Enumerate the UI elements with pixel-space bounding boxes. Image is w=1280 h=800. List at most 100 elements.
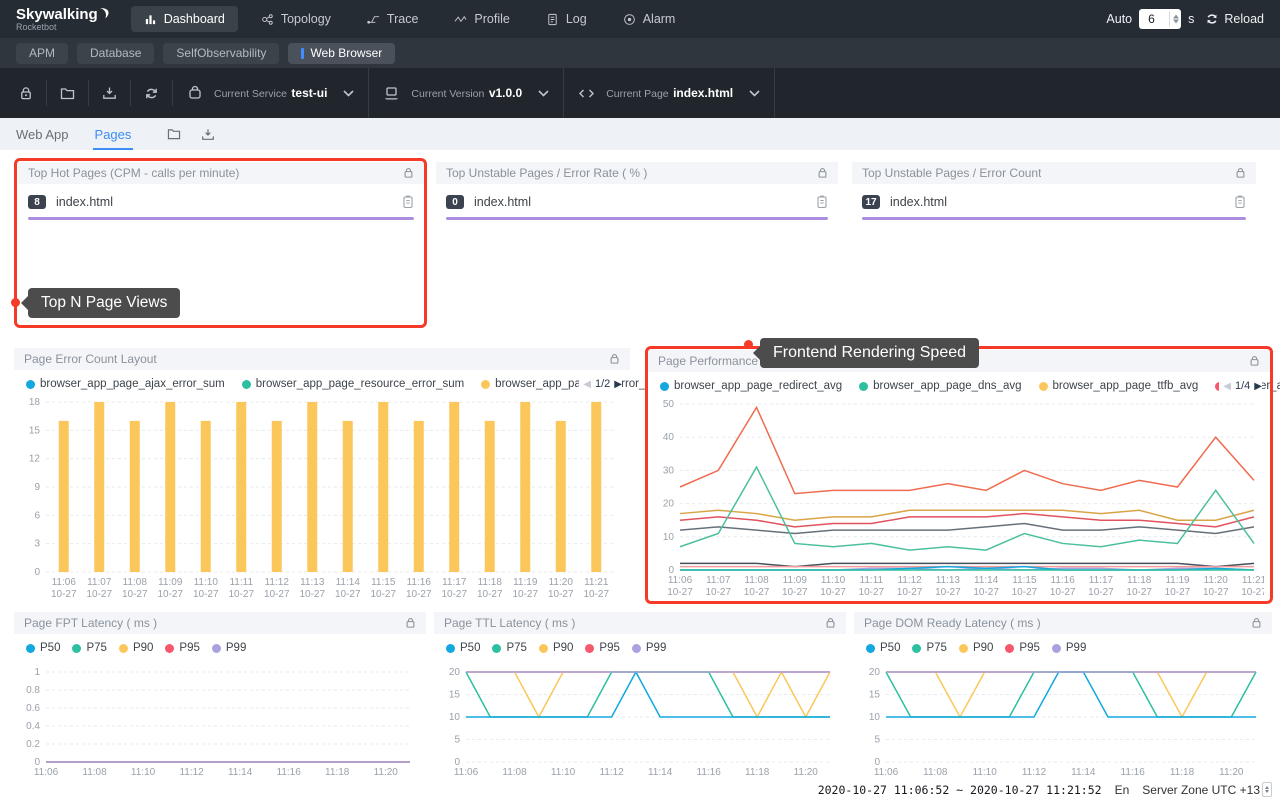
- legend-item[interactable]: P90: [539, 642, 573, 654]
- page-ttl-latency-chart[interactable]: 0510152011:0611:0811:1011:1211:1411:1611…: [436, 658, 840, 786]
- card-page-error-count: Page Error Count Layout ◀ 1/2 ▶ browser_…: [14, 348, 630, 604]
- auto-reload-controls: Auto 6 s Reload: [1106, 9, 1264, 29]
- toplist-row[interactable]: 0 index.html: [436, 184, 838, 217]
- lock-icon[interactable]: [6, 80, 47, 106]
- legend-label: P75: [926, 642, 946, 654]
- card-title: Page Error Count Layout: [24, 352, 157, 366]
- page-fpt-latency-chart[interactable]: 00.20.40.60.8111:0611:0811:1011:1211:141…: [16, 658, 420, 786]
- legend-pagination: ◀ 1/2 ▶: [579, 378, 622, 390]
- nav-item-profile[interactable]: Profile: [441, 6, 522, 32]
- legend-item[interactable]: P95: [165, 642, 199, 654]
- svg-text:11:06: 11:06: [52, 577, 77, 588]
- svg-text:11:12: 11:12: [179, 767, 204, 778]
- svg-text:11:14: 11:14: [336, 577, 361, 588]
- legend-item[interactable]: browser_app_page_dns_avg: [859, 380, 1021, 392]
- svg-text:15: 15: [449, 690, 461, 701]
- legend-item[interactable]: P95: [1005, 642, 1039, 654]
- legend-item[interactable]: P99: [212, 642, 246, 654]
- legend-item[interactable]: browser_app_page_ttfb_avg: [1039, 380, 1199, 392]
- legend-item[interactable]: P75: [492, 642, 526, 654]
- download-icon[interactable]: [89, 80, 131, 106]
- toplist-row[interactable]: 17 index.html: [852, 184, 1256, 217]
- legend-item[interactable]: browser_app_page_redirect_avg: [660, 380, 842, 392]
- lock-icon[interactable]: [1235, 167, 1246, 179]
- version-selector[interactable]: Current Version v1.0.0: [369, 68, 564, 118]
- copy-icon[interactable]: [1234, 195, 1246, 209]
- legend-item[interactable]: P99: [1052, 642, 1086, 654]
- pagination-next-icon[interactable]: ▶: [1254, 381, 1262, 392]
- legend-item[interactable]: browser_app_page_resource_error_sum: [242, 378, 464, 390]
- page-dom-ready-latency-chart[interactable]: 0510152011:0611:0811:1011:1211:1411:1611…: [856, 658, 1266, 786]
- language-toggle[interactable]: En: [1115, 783, 1130, 797]
- subtab-web-app[interactable]: Web App: [16, 118, 69, 150]
- legend-label: P99: [226, 642, 246, 654]
- pagination-prev-icon[interactable]: ◀: [583, 379, 591, 390]
- svg-text:10-27: 10-27: [157, 589, 183, 600]
- legend-dot: [585, 644, 594, 653]
- svg-text:1: 1: [34, 667, 40, 678]
- lock-icon[interactable]: [1251, 617, 1262, 629]
- lock-icon[interactable]: [405, 617, 416, 629]
- skywalking-dashboard: Skywalking Rocketbot Dashboard Topology …: [0, 0, 1280, 800]
- nav-item-alarm[interactable]: Alarm: [610, 6, 689, 32]
- pagination-prev-icon[interactable]: ◀: [1223, 381, 1231, 392]
- copy-icon[interactable]: [816, 195, 828, 209]
- auto-interval-stepper[interactable]: [1169, 12, 1179, 27]
- card-title: Page FPT Latency ( ms ): [24, 616, 157, 630]
- svg-text:20: 20: [869, 667, 881, 678]
- log-icon: [546, 13, 559, 26]
- copy-icon[interactable]: [402, 195, 414, 209]
- subtab-pages[interactable]: Pages: [95, 118, 132, 150]
- tab-web-browser[interactable]: Web Browser: [288, 43, 395, 64]
- card-title: Top Unstable Pages / Error Count: [862, 166, 1041, 180]
- page-error-count-chart[interactable]: 036912151811:0610-2711:0710-2711:0810-27…: [16, 394, 624, 602]
- folder-icon[interactable]: [167, 128, 181, 140]
- zone-stepper[interactable]: [1262, 782, 1272, 797]
- pagination-next-icon[interactable]: ▶: [614, 379, 622, 390]
- server-zone-control[interactable]: Server Zone UTC +13: [1142, 782, 1272, 797]
- nav-item-dashboard[interactable]: Dashboard: [131, 6, 238, 32]
- svg-text:10-27: 10-27: [667, 587, 693, 598]
- page-selector[interactable]: Current Page index.html: [564, 68, 775, 118]
- svg-text:11:11: 11:11: [860, 575, 884, 586]
- nav-item-topology[interactable]: Topology: [248, 6, 344, 32]
- legend-item[interactable]: P90: [959, 642, 993, 654]
- legend-item[interactable]: P75: [912, 642, 946, 654]
- reload-button[interactable]: Reload: [1205, 12, 1264, 26]
- lock-icon[interactable]: [825, 617, 836, 629]
- download-icon[interactable]: [201, 128, 215, 141]
- svg-text:11:14: 11:14: [648, 767, 673, 778]
- legend-item[interactable]: P50: [26, 642, 60, 654]
- tab-selfobservability[interactable]: SelfObservability: [163, 43, 279, 64]
- svg-text:10-27: 10-27: [406, 589, 432, 600]
- legend-item[interactable]: P75: [72, 642, 106, 654]
- svg-text:10-27: 10-27: [1126, 587, 1152, 598]
- dashboard-icon: [144, 13, 157, 26]
- tab-database[interactable]: Database: [77, 43, 154, 64]
- legend-item[interactable]: browser_app_page_ajax_error_sum: [26, 378, 225, 390]
- lock-icon[interactable]: [817, 167, 828, 179]
- legend-item[interactable]: browser_app_page_js_error_sum: [481, 378, 667, 390]
- refresh-icon[interactable]: [131, 80, 173, 106]
- legend-item[interactable]: P50: [866, 642, 900, 654]
- legend-item[interactable]: P99: [632, 642, 666, 654]
- auto-interval-input[interactable]: 6: [1139, 9, 1181, 29]
- legend-item[interactable]: P95: [585, 642, 619, 654]
- legend-item[interactable]: P50: [446, 642, 480, 654]
- logo[interactable]: Skywalking Rocketbot: [16, 7, 109, 32]
- folder-icon[interactable]: [47, 80, 89, 106]
- page-performance-chart[interactable]: 0102030405011:0610-2711:0710-2711:0810-2…: [650, 396, 1264, 600]
- legend-label: browser_app_page_resource_error_sum: [256, 378, 464, 390]
- svg-text:11:07: 11:07: [87, 577, 112, 588]
- legend-item[interactable]: P90: [119, 642, 153, 654]
- lock-icon[interactable]: [609, 353, 620, 365]
- nav-item-log[interactable]: Log: [533, 6, 600, 32]
- nav-item-trace[interactable]: Trace: [354, 6, 432, 32]
- toplist-row[interactable]: 8 index.html: [18, 184, 424, 217]
- tab-apm[interactable]: APM: [16, 43, 68, 64]
- legend-dot: [660, 382, 669, 391]
- service-selector[interactable]: Current Service test-ui: [173, 68, 369, 118]
- lock-icon[interactable]: [403, 167, 414, 179]
- lock-icon[interactable]: [1249, 355, 1260, 367]
- svg-text:11:08: 11:08: [923, 767, 948, 778]
